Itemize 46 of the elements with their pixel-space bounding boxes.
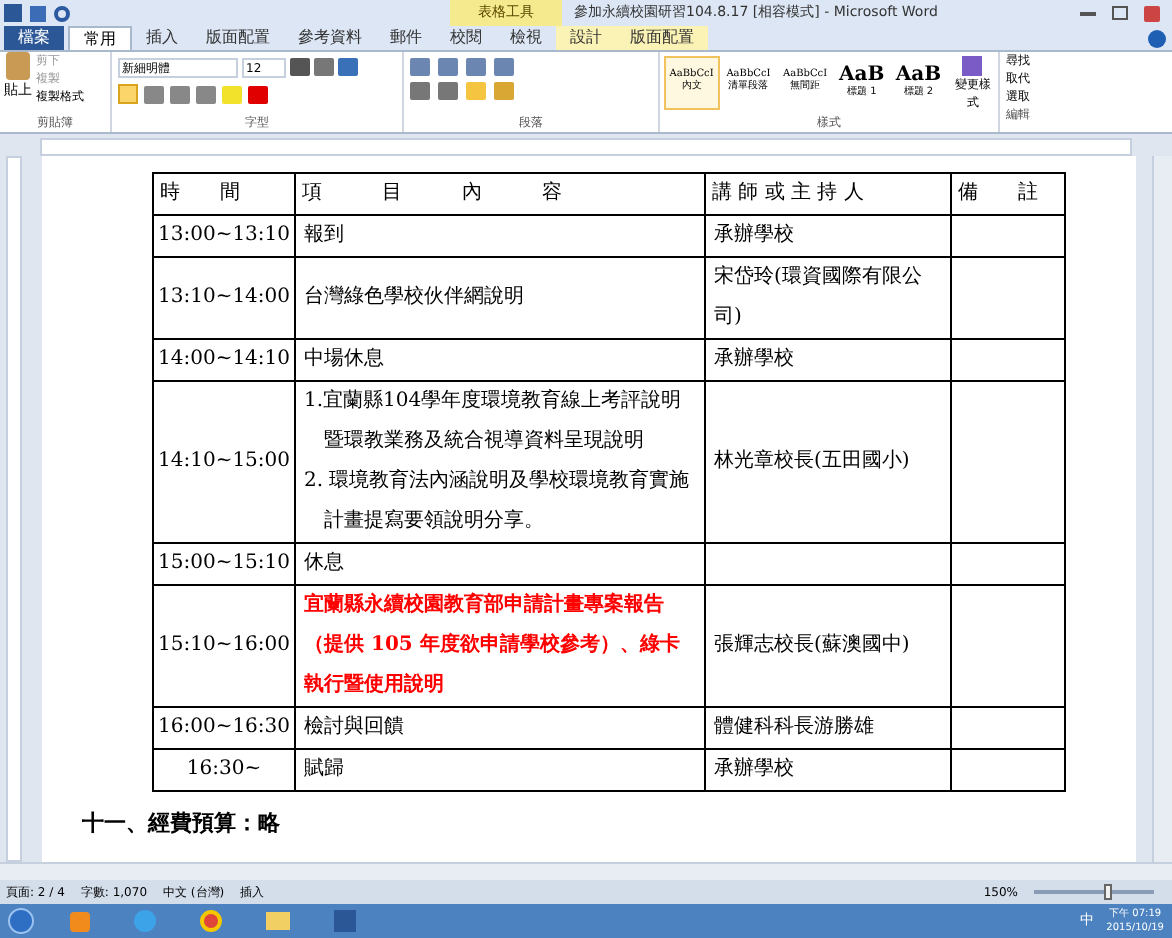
- agenda-item: 休息: [304, 549, 347, 578]
- ribbon-tab[interactable]: 郵件: [376, 26, 436, 50]
- ribbon-tab[interactable]: 檢視: [496, 26, 556, 50]
- agenda-item: 報到: [304, 221, 347, 250]
- table-cell: 15:00~15:10: [153, 543, 296, 585]
- ribbon-tab[interactable]: 插入: [132, 26, 192, 50]
- vertical-scrollbar[interactable]: [1152, 156, 1172, 862]
- ribbon-tab[interactable]: 參考資料: [284, 26, 376, 50]
- table-cell: 14:00~14:10: [153, 339, 296, 381]
- table-cell: 15:10~16:00: [153, 585, 296, 707]
- table-cell: 宋岱玲(環資國際有限公司): [705, 257, 952, 339]
- ribbon-tab[interactable]: 設計: [556, 26, 616, 50]
- table-header-cell: 項 目 內 容: [295, 173, 706, 215]
- ribbon-tab[interactable]: 校閱: [436, 26, 496, 50]
- section-heading: 十一、經費預算：略: [82, 808, 282, 840]
- agenda-item: 檢討與回饋: [304, 713, 407, 742]
- table-cell: 體健科科長游勝雄: [705, 707, 952, 749]
- table-cell: 林光章校長(五田國小): [705, 381, 952, 543]
- ribbon-tab[interactable]: 版面配置: [192, 26, 284, 50]
- table-cell: 13:10~14:00: [153, 257, 296, 339]
- table-cell: 16:30~: [153, 749, 296, 791]
- table-cell: 張輝志校長(蘇澳國中): [705, 585, 952, 707]
- agenda-item: 賦歸: [304, 755, 347, 784]
- minimize-button[interactable]: [1080, 11, 1096, 15]
- start-button[interactable]: [8, 908, 34, 934]
- agenda-item: 台灣綠色學校伙伴網說明: [304, 283, 527, 312]
- table-header-cell: 講 師 或 主 持 人: [705, 173, 952, 215]
- table-cell: 14:10~15:00: [153, 381, 296, 543]
- ribbon-tab[interactable]: 常用: [68, 26, 132, 50]
- agenda-item: 2. 環境教育法內涵說明及學校環境教育實施計畫提寫要領說明分享。: [304, 467, 692, 536]
- horizontal-scrollbar[interactable]: [0, 862, 1172, 880]
- table-header-cell: 備 註: [951, 173, 1066, 215]
- close-button[interactable]: [1144, 5, 1160, 21]
- table-cell: 承辦學校: [705, 215, 952, 257]
- agenda-item: 1.宜蘭縣104學年度環境教育線上考評說明暨環教業務及統合視導資料呈現說明: [304, 387, 684, 456]
- agenda-item: 中場休息: [304, 345, 387, 374]
- maximize-button[interactable]: [1112, 6, 1128, 20]
- zoom-thumb[interactable]: [1104, 884, 1113, 900]
- table-cell: 16:00~16:30: [153, 707, 296, 749]
- table-cell: 13:00~13:10: [153, 215, 296, 257]
- table-header-cell: 時 間: [153, 173, 296, 215]
- table-cell: 承辦學校: [705, 339, 952, 381]
- ribbon-tab[interactable]: 版面配置: [616, 26, 708, 50]
- agenda-item: 宜蘭縣永續校園教育部申請計畫專案報告（提供 105 年度欲申請學校參考）、綠卡執行暨使用說明: [304, 590, 682, 700]
- table-cell: 承辦學校: [705, 749, 952, 791]
- ribbon-tab[interactable]: 檔案: [4, 26, 64, 50]
